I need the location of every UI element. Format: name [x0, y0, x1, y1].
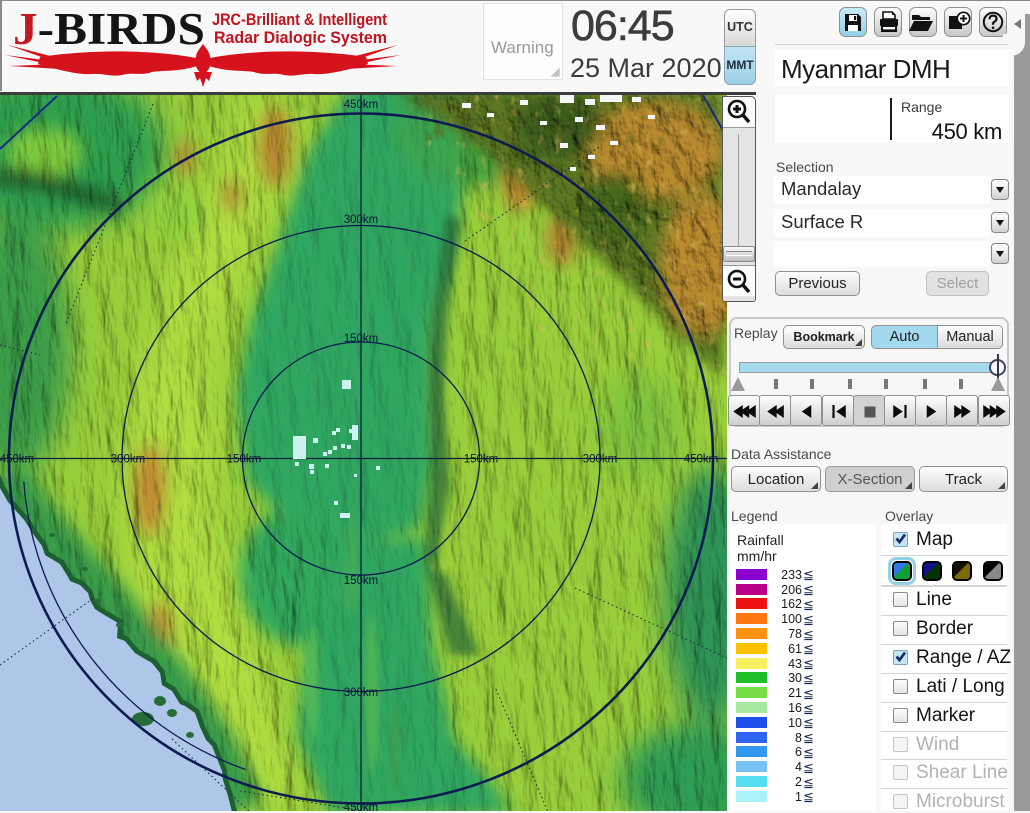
- svg-text:300km: 300km: [344, 214, 379, 226]
- svg-text:150km: 150km: [344, 575, 379, 587]
- svg-text:J-BIRDS: J-BIRDS: [13, 4, 205, 54]
- svg-text:150km: 150km: [227, 454, 262, 466]
- svg-text:450km: 450km: [684, 454, 719, 466]
- svg-text:150km: 150km: [344, 333, 379, 345]
- svg-text:150km: 150km: [464, 454, 499, 466]
- svg-text:JRC-Brilliant & Intelligent: JRC-Brilliant & Intelligent: [212, 11, 387, 29]
- svg-text:300km: 300km: [583, 454, 618, 466]
- svg-text:450km: 450km: [344, 99, 379, 111]
- svg-text:300km: 300km: [344, 687, 379, 699]
- svg-text:Radar Dialogic System: Radar Dialogic System: [214, 29, 387, 47]
- svg-text:450km: 450km: [344, 802, 379, 811]
- svg-text:300km: 300km: [111, 454, 146, 466]
- svg-text:450km: 450km: [0, 454, 34, 466]
